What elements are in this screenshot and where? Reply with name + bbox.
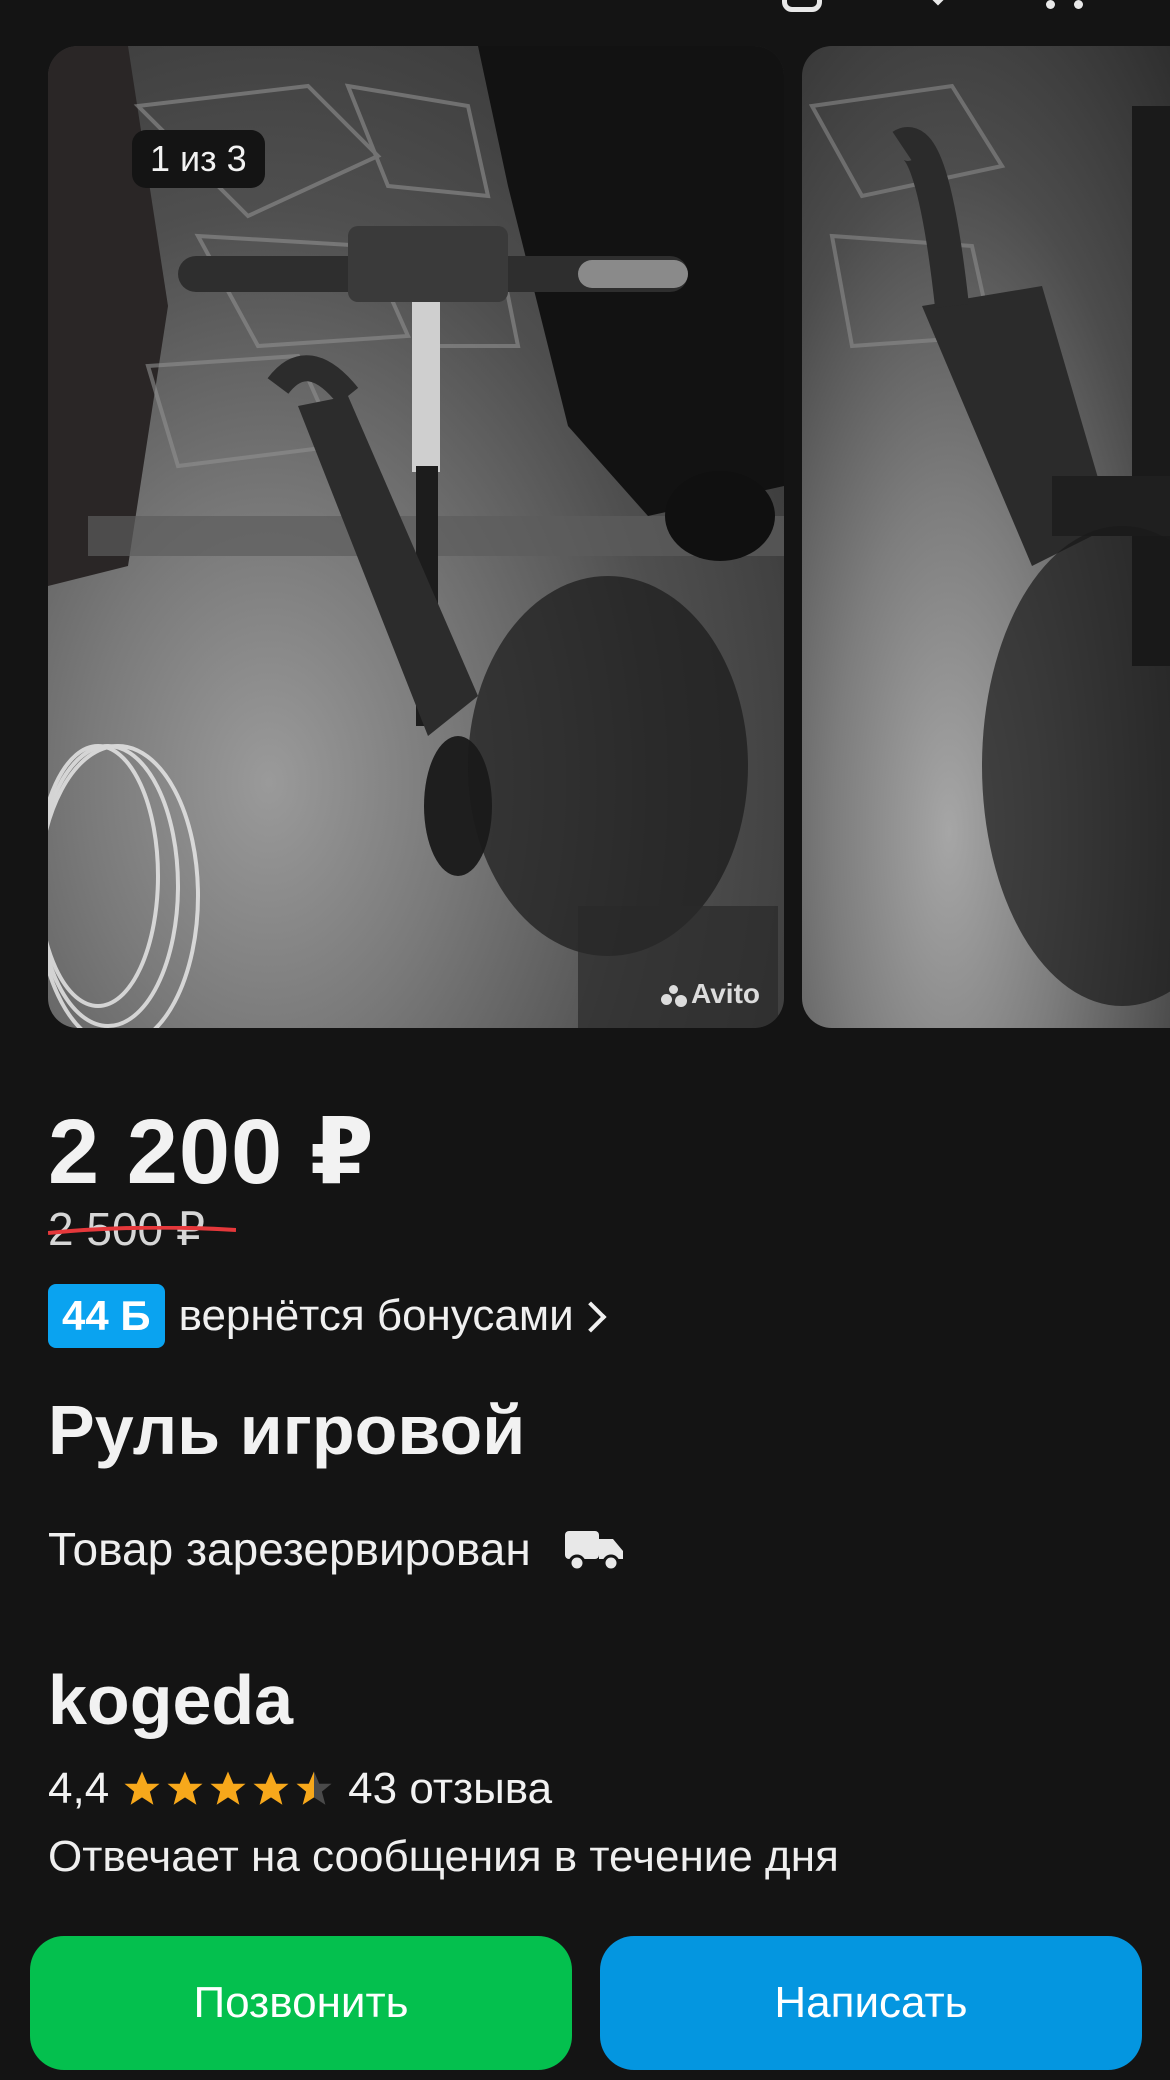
photo-gallery[interactable]: 1 из 3 Avito [0,46,1170,1028]
listing-title: Руль игровой [48,1391,526,1469]
call-button[interactable]: Позвонить [30,1936,572,2070]
listing-photo-2[interactable] [802,46,1170,1028]
scooter-photo-illustration [48,46,784,1028]
response-time: Отвечает на сообщения в течение дня [48,1832,839,1881]
star-icon [124,1771,160,1805]
bonus-badge: 44 Б [48,1284,165,1348]
rating-stars [121,1768,336,1810]
star-icon [167,1771,203,1805]
heart-icon[interactable] [918,0,958,12]
bonus-info[interactable]: 44 Б вернётся бонусами [48,1282,607,1350]
listing-photo-1[interactable]: 1 из 3 Avito [48,46,784,1028]
status-text: Товар зарезервирован [48,1523,531,1575]
reviews-count: 43 отзыва [348,1764,553,1813]
write-button[interactable]: Написать [600,1936,1142,2070]
price-strike-line [48,1226,236,1235]
star-half-icon [296,1771,332,1805]
more-dots-icon[interactable] [1046,0,1086,12]
top-bar [0,0,1170,40]
share-icon[interactable] [782,0,822,12]
bonus-text: вернётся бонусами [178,1291,574,1340]
avito-logo-icon [661,984,689,1007]
price: 2 200 ₽ [48,1101,375,1203]
star-icon [253,1771,289,1805]
seller-rating[interactable]: 4,4 43 отзыва [48,1764,552,1814]
photo-counter: 1 из 3 [132,130,265,188]
truck-icon [564,1531,623,1571]
seller-name[interactable]: kogeda [48,1660,293,1740]
reservation-status: Товар зарезервирован [48,1522,625,1576]
chevron-right-icon [575,1301,607,1333]
scooter-photo-2-illustration [808,83,1170,1006]
rating-value: 4,4 [48,1764,110,1813]
arrow-left-icon[interactable] [48,0,88,12]
star-icon [210,1771,246,1805]
avito-watermark: Avito [661,978,760,1010]
